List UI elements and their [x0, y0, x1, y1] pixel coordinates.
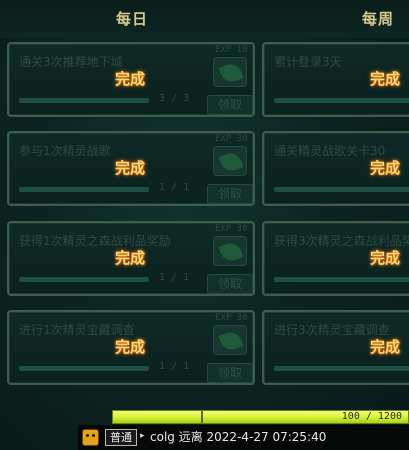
weekly-quest-card: 进行3次精灵宝藏调查 完成 — [262, 310, 409, 385]
quest-progress-count: 1 / 1 — [159, 361, 190, 372]
quest-name: 获得1次精灵之森战利品奖励 — [19, 234, 171, 248]
exp-reward: EXP 30 — [215, 224, 248, 234]
quest-progress-bar — [274, 366, 409, 371]
weekly-quest-card: 获得3次精灵之森战利品奖励 完成 — [262, 221, 409, 296]
completed-label: 完成 — [370, 338, 401, 356]
quest-name: 通关3次推荐地下城 — [19, 55, 123, 69]
top-bar — [0, 0, 409, 38]
weekly-quest-card: 通关精灵战歌关卡30 完成 — [262, 131, 409, 206]
quest-name: 通关精灵战歌关卡30 — [274, 144, 386, 158]
quest-progress-count: 3 / 3 — [159, 93, 190, 104]
quest-progress-count: 1 / 1 — [159, 182, 190, 193]
exp-progress-bar: 100 / 1200 — [112, 410, 409, 424]
daily-tab-header[interactable]: 每日 — [116, 8, 148, 29]
completed-label: 完成 — [370, 249, 401, 267]
exp-reward: EXP 30 — [215, 134, 248, 144]
claim-button[interactable]: 领取 — [207, 95, 253, 115]
quest-progress-bar — [19, 187, 149, 192]
completed-label: 完成 — [115, 249, 146, 267]
chat-message: colg 远离 2022-4-27 07:25:40 — [150, 430, 327, 444]
quest-progress-bar — [274, 277, 409, 282]
exp-reward: EXP 10 — [215, 45, 248, 55]
completed-label: 完成 — [115, 70, 146, 88]
completed-label: 完成 — [115, 338, 146, 356]
quest-progress-bar — [19, 366, 149, 371]
reward-badge-icon — [213, 236, 247, 266]
chat-caret-icon: ▸ — [140, 431, 145, 441]
claim-button[interactable]: 领取 — [207, 363, 253, 383]
quest-progress-count: 1 / 1 — [159, 272, 190, 283]
reward-badge-icon — [213, 146, 247, 176]
exp-bar-text: 100 / 1200 — [341, 411, 402, 422]
quest-name: 参与1次精灵战歌 — [19, 144, 111, 158]
reward-badge-icon — [213, 325, 247, 355]
quest-name: 累计登录3天 — [274, 55, 342, 69]
emoji-face-icon[interactable] — [82, 429, 99, 446]
quest-progress-bar — [19, 277, 149, 282]
completed-label: 完成 — [115, 159, 146, 177]
daily-quest-card: 参与1次精灵战歌 EXP 30 1 / 1 领取 完成 — [7, 131, 255, 206]
quest-progress-bar — [274, 187, 409, 192]
completed-label: 完成 — [370, 70, 401, 88]
daily-quest-card: 获得1次精灵之森战利品奖励 EXP 30 1 / 1 领取 完成 — [7, 221, 255, 296]
daily-quest-card: 进行1次精灵宝藏调查 EXP 30 1 / 1 领取 完成 — [7, 310, 255, 385]
reward-badge-icon — [213, 57, 247, 87]
quest-progress-bar — [19, 98, 149, 103]
claim-button[interactable]: 领取 — [207, 274, 253, 294]
chat-channel-button[interactable]: 普通 — [105, 429, 137, 446]
exp-reward: EXP 30 — [215, 313, 248, 323]
weekly-tab-header[interactable]: 每周 — [362, 8, 394, 29]
completed-label: 完成 — [370, 159, 401, 177]
daily-quest-card: 通关3次推荐地下城 EXP 10 3 / 3 领取 完成 — [7, 42, 255, 117]
weekly-quest-card: 累计登录3天 完成 — [262, 42, 409, 117]
quest-progress-bar — [274, 98, 409, 103]
exp-bar-marker — [201, 411, 203, 423]
chat-bar: 普通 ▸ colg 远离 2022-4-27 07:25:40 — [78, 425, 409, 450]
claim-button[interactable]: 领取 — [207, 184, 253, 204]
